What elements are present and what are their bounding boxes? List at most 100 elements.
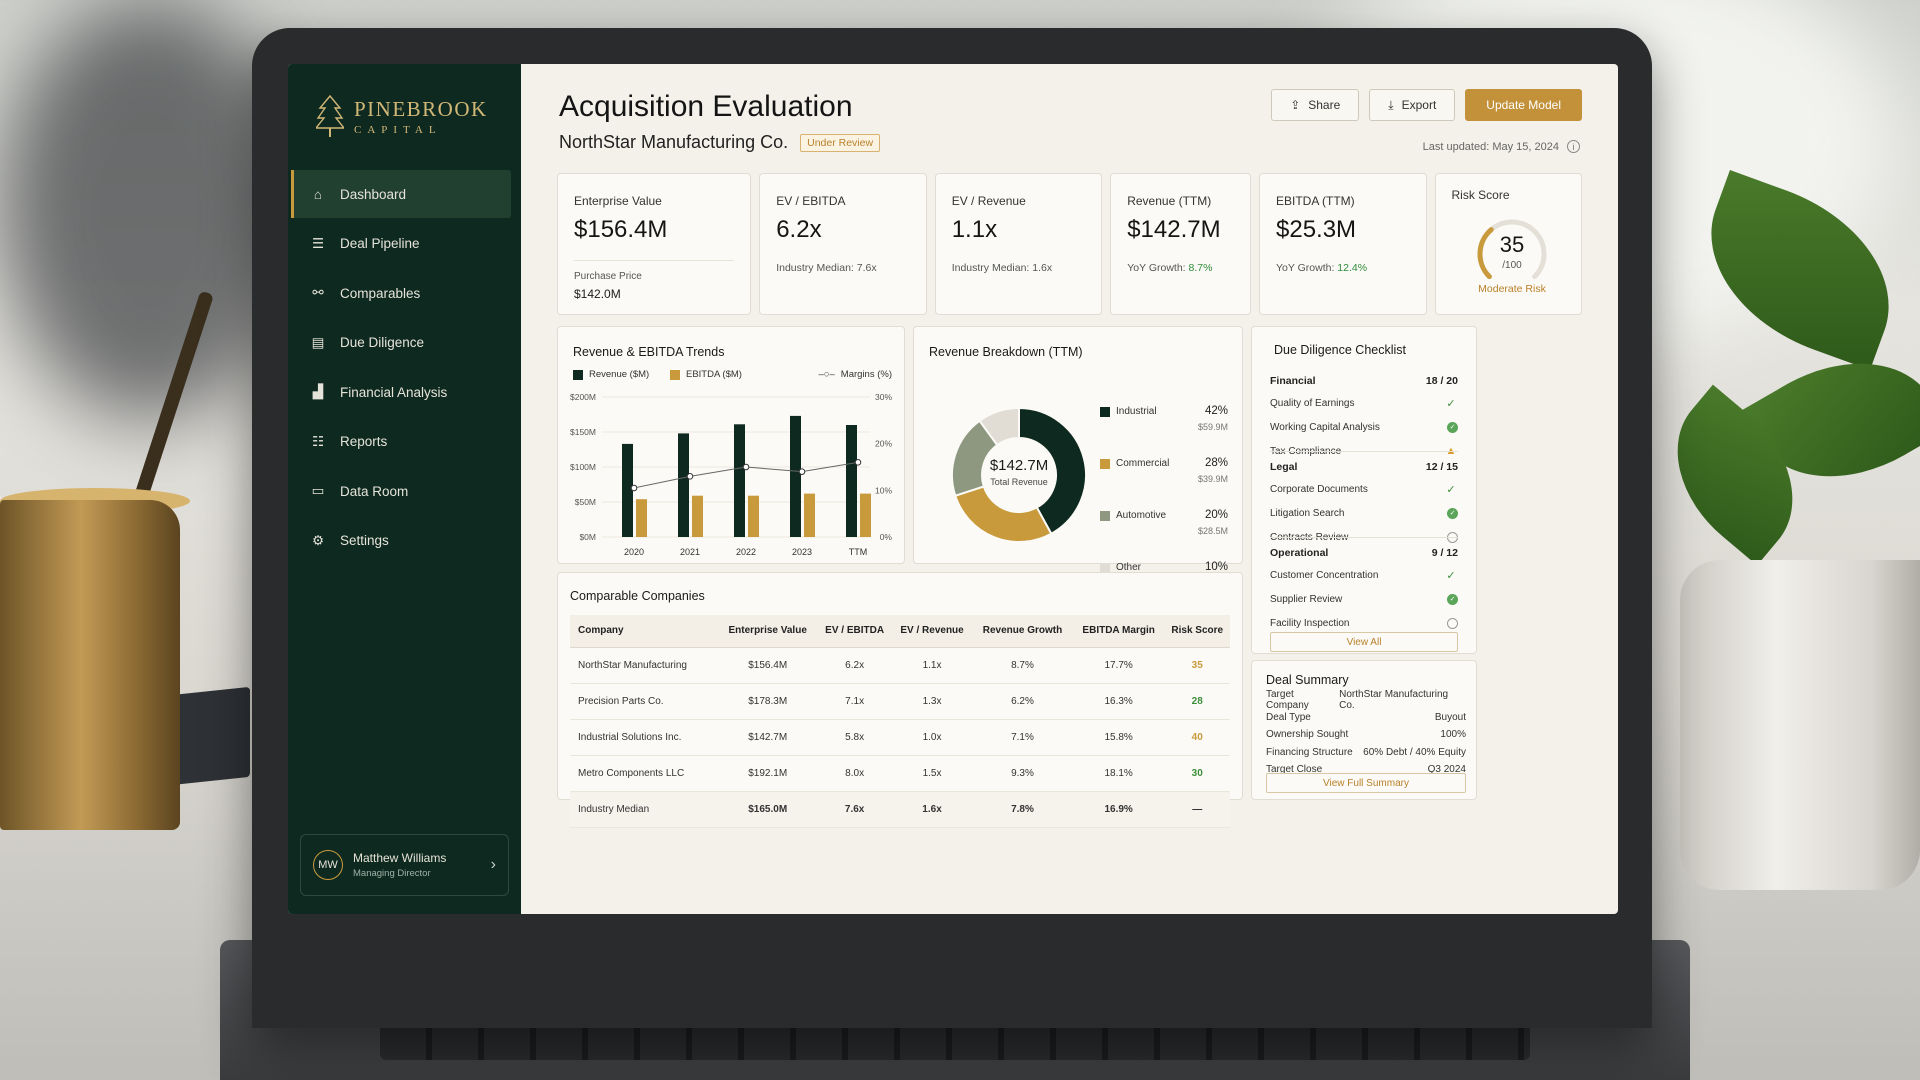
table-row[interactable]: Industrial Solutions Inc. $142.7M 5.8x 1.0x… [570, 719, 1230, 756]
sidebar-item-settings[interactable]: ⚙ Settings [288, 517, 521, 565]
table-cell: $142.7M [718, 719, 818, 756]
growth-label: YoY Growth: [1276, 262, 1335, 274]
table-cell: 6.2% [972, 683, 1073, 720]
header-actions: ⇪ Share ⤓ Export Update Model [1271, 89, 1582, 121]
comparables-panel: Comparable Companies Company Enterprise V… [557, 572, 1243, 828]
column-header[interactable]: Company [570, 615, 719, 648]
table-cell: 15.8% [1072, 719, 1165, 756]
kpi-value: $142.7M [1127, 216, 1221, 243]
comparables-table-wrap: Company Enterprise Value EV / EBITDA EV / R… [570, 615, 1230, 828]
sidebar-item-financial-analysis[interactable]: ▟ Financial Analysis [288, 368, 521, 416]
margin-point [686, 473, 694, 480]
sidebar-item-comparables[interactable]: ⚯ Comparables [288, 269, 521, 317]
legend-label: Automotive [1116, 510, 1167, 521]
table-row[interactable]: Precision Parts Co. $178.3M 7.1x 1.3x 6.2% 16… [570, 683, 1230, 720]
summary-value: NorthStar Manufacturing Co. [1339, 688, 1449, 711]
company-heading: NorthStar Manufacturing Co. Under Review [559, 132, 881, 153]
table-cell: 9.3% [972, 755, 1073, 792]
column-header[interactable]: Risk Score [1164, 615, 1230, 648]
check-icon: ✓ [1446, 569, 1456, 582]
margin-point [854, 459, 862, 466]
sidebar-item-due-diligence[interactable]: ▤ Due Diligence [288, 319, 521, 367]
table-cell: 6.2x [817, 647, 892, 684]
main-content: Acquisition Evaluation NorthStar Manufac… [521, 64, 1618, 914]
legend-label: Commercial [1116, 458, 1170, 469]
checklist-item[interactable]: Corporate Documents ✓ [1270, 477, 1458, 501]
sidebar-item-reports[interactable]: ☷ Reports [288, 418, 521, 466]
kpi-risk-score: Risk Score 35 /100 Moderate Risk [1434, 173, 1582, 315]
legend-swatch [1100, 459, 1110, 469]
kpi-label: EV / Revenue [951, 194, 1026, 208]
table-cell: 7.1% [972, 719, 1073, 756]
summary-list: Target Company NorthStar Manufacturing Co… [1266, 688, 1466, 779]
table-header-row: Company Enterprise Value EV / EBITDA EV / R… [570, 615, 1230, 648]
checklist-group-financial: Financial 18 / 20 Quality of Earnings ✓ Work… [1270, 371, 1458, 463]
sidebar-item-label: Settings [340, 533, 389, 548]
revenue-bar [678, 433, 689, 537]
risk-gauge-fill [1477, 227, 1494, 280]
view-full-summary-button[interactable]: View Full Summary [1266, 773, 1466, 793]
donut-legend-item: Industrial 42% $59.9M [1100, 405, 1228, 435]
sidebar-item-label: Financial Analysis [340, 384, 448, 400]
checklist-item[interactable]: Supplier Review ✓ [1270, 587, 1458, 611]
column-header[interactable]: EV / Revenue [891, 615, 973, 648]
revenue-bar [622, 443, 633, 537]
checklist-item[interactable]: Quality of Earnings ✓ [1270, 391, 1458, 415]
checklist-item-label: Working Capital Analysis [1270, 421, 1380, 433]
summary-row: Target Company NorthStar Manufacturing Co… [1266, 688, 1466, 711]
sidebar-item-label: Due Diligence [340, 335, 425, 350]
industry-median-row[interactable]: Industry Median $165.0M 7.6x 1.6x 7.8% 16.9% — [570, 791, 1230, 828]
sidebar-item-label: Comparables [340, 285, 421, 301]
ebitda-bar [748, 495, 759, 537]
sidebar-item-data-room[interactable]: ▭ Data Room [288, 467, 521, 515]
legend-percent: 20% [1204, 509, 1228, 521]
table-cell: 1.0x [891, 719, 973, 756]
column-header[interactable]: Enterprise Value [718, 615, 818, 648]
checklist-item[interactable]: Customer Concentration ✓ [1270, 563, 1458, 587]
y-tick-label: $50M [575, 497, 596, 507]
column-header[interactable]: EBITDA Margin [1072, 615, 1165, 648]
margin-point [798, 468, 806, 475]
kpi-sub-label: Purchase Price [574, 260, 735, 282]
summary-key: Ownership Sought [1266, 729, 1349, 741]
checklist-group-header: Operational 9 / 12 [1270, 543, 1458, 563]
table-row[interactable]: Metro Components LLC $192.1M 8.0x 1.5x 9.3% 1… [570, 755, 1230, 792]
brand-logo: PINEBROOK CAPITAL [316, 94, 488, 138]
table-cell: 16.9% [1072, 791, 1165, 828]
last-updated-text: Last updated: May 15, 2024 [1422, 140, 1559, 153]
table-cell: Industry Median [570, 791, 719, 828]
kpi-ebitda: EBITDA (TTM) $25.3M YoY Growth: 12.4% [1259, 173, 1427, 315]
chevron-right-icon[interactable]: › [491, 856, 496, 874]
update-model-button[interactable]: Update Model [1465, 89, 1582, 121]
checklist-item[interactable]: Working Capital Analysis ✓ [1270, 415, 1458, 439]
table-cell: 28 [1164, 683, 1230, 720]
x-tick-label: 2021 [680, 547, 700, 557]
kpi-value: $156.4M [574, 216, 668, 243]
checklist-item-label: Customer Concentration [1270, 569, 1379, 581]
legend-amount: $28.5M [1197, 526, 1228, 536]
checklist-item[interactable]: Litigation Search ✓ [1270, 501, 1458, 525]
summary-row: Ownership Sought 100% [1266, 726, 1466, 744]
table-cell: 7.1x [817, 683, 892, 720]
sidebar-item-dashboard[interactable]: ⌂ Dashboard [291, 170, 511, 218]
column-header[interactable]: Revenue Growth [972, 615, 1073, 648]
view-all-button[interactable]: View All [1270, 632, 1458, 652]
table-cell: 1.3x [891, 683, 973, 720]
table-cell: 30 [1164, 755, 1230, 792]
legend-swatch [1100, 511, 1110, 521]
sidebar-item-deal-pipeline[interactable]: ☰ Deal Pipeline [288, 220, 521, 268]
empty-circle-icon [1447, 617, 1458, 629]
x-tick-label: 2023 [792, 547, 812, 557]
brand-sub: CAPITAL [354, 123, 442, 136]
x-tick-label: 2020 [624, 547, 644, 557]
risk-gauge: 35 /100 Moderate Risk [1477, 219, 1546, 295]
kpi-label: EV / EBITDA [776, 194, 846, 208]
margin-point [630, 484, 638, 492]
avatar: MW [313, 850, 343, 880]
user-card[interactable]: MW Matthew Williams Managing Director › [300, 834, 509, 896]
share-button[interactable]: ⇪ Share [1271, 89, 1360, 121]
export-button[interactable]: ⤓ Export [1369, 89, 1456, 121]
column-header[interactable]: EV / EBITDA [817, 615, 892, 648]
table-row[interactable]: NorthStar Manufacturing $156.4M 6.2x 1.1x 8.… [570, 647, 1230, 684]
info-icon[interactable]: i [1567, 140, 1580, 153]
